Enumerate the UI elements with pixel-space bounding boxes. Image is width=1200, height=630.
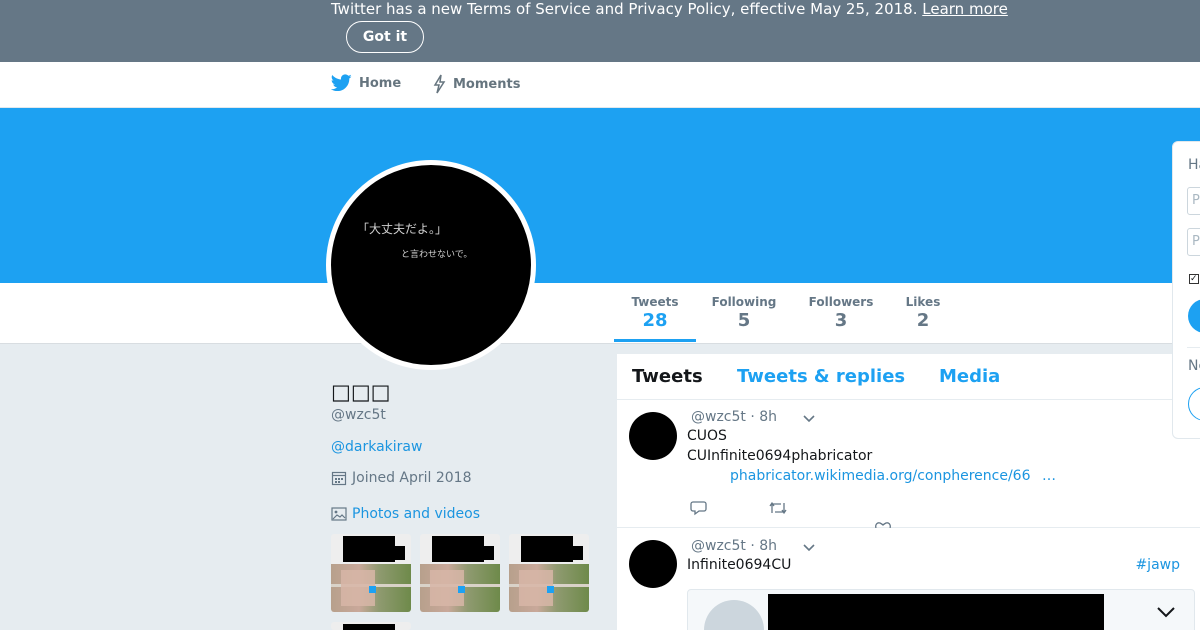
media-thumbnail[interactable]	[331, 534, 411, 612]
tos-banner: Twitter has a new Terms of Service and P…	[0, 0, 1200, 62]
login-divider	[1187, 347, 1200, 348]
login-card: Ha P P ✓ Ne	[1172, 141, 1200, 439]
media-thumbnail[interactable]	[509, 534, 589, 612]
tweet-time[interactable]: · 8h	[750, 409, 777, 425]
nav-home[interactable]: Home	[331, 74, 401, 92]
login-button[interactable]	[1188, 299, 1200, 333]
nav-moments[interactable]: Moments	[432, 74, 520, 94]
learn-more-link[interactable]: Learn more	[922, 0, 1008, 18]
retweet-icon[interactable]	[768, 500, 788, 516]
profile-header-image	[0, 108, 1200, 283]
joined-date: Joined April 2018	[331, 470, 472, 486]
chevron-down-icon[interactable]	[803, 415, 815, 423]
tweet-text-line: CUOS	[687, 428, 727, 444]
media-thumbnail[interactable]	[331, 622, 411, 630]
tweet[interactable]: @wzc5t · 8h CUOS CUInfinite0694phabricat…	[617, 400, 1200, 528]
signup-button[interactable]	[1188, 387, 1200, 421]
thumbnail-redaction	[555, 546, 583, 560]
stat-following-value: 5	[737, 310, 751, 331]
card-redacted-content	[768, 594, 1104, 630]
thumbnail-redaction	[343, 624, 395, 630]
tab-media[interactable]: Media	[939, 366, 1000, 387]
screen-name[interactable]: @wzc5t	[331, 407, 386, 423]
tweet-header: @wzc5t · 8h	[691, 409, 777, 425]
avatar-text-line-2: と言わせないで。	[401, 250, 473, 260]
remember-me-checkbox[interactable]: ✓	[1189, 274, 1199, 284]
tos-banner-text: Twitter has a new Terms of Service and P…	[331, 0, 1008, 18]
stat-likes-label: Likes	[905, 295, 941, 309]
stat-followers-value: 3	[834, 310, 848, 331]
tos-banner-message: Twitter has a new Terms of Service and P…	[331, 0, 918, 18]
login-heading: Ha	[1188, 157, 1200, 173]
tweet-text-line: CUInfinite0694phabricator	[687, 448, 873, 464]
timeline-tabs: Tweets Tweets & replies Media	[617, 354, 1200, 400]
username-input[interactable]: P	[1187, 187, 1200, 215]
stat-followers-label: Followers	[808, 295, 874, 309]
card-avatar	[704, 600, 764, 630]
new-to-twitter-heading: Ne	[1188, 358, 1200, 374]
photos-and-videos-link[interactable]: Photos and videos	[331, 506, 480, 522]
stat-tweets-value: 28	[642, 310, 668, 331]
timeline: Tweets Tweets & replies Media @wzc5t · 8…	[617, 354, 1200, 630]
hashtag-link[interactable]: #jawp	[1135, 557, 1180, 573]
stat-following-label: Following	[711, 295, 777, 309]
top-nav: Home Moments	[0, 62, 1200, 108]
photos-and-videos-label: Photos and videos	[352, 506, 481, 522]
profile-avatar[interactable]: 「大丈夫だよ。」 と言わせないで。	[326, 160, 536, 370]
tab-tweets-and-replies[interactable]: Tweets & replies	[737, 366, 905, 387]
tweet-link-ellipsis: …	[1042, 468, 1056, 484]
thumbnail-redaction	[377, 546, 405, 560]
chevron-down-icon[interactable]	[803, 544, 815, 552]
twitter-bird-icon	[331, 74, 352, 92]
nav-moments-label: Moments	[453, 76, 521, 92]
nav-home-label: Home	[359, 75, 402, 91]
thumbnail-redaction	[466, 546, 494, 560]
stat-likes[interactable]: Likes 2	[900, 295, 946, 331]
got-it-button[interactable]: Got it	[346, 21, 424, 53]
tweet-handle[interactable]: @wzc5t	[691, 409, 746, 425]
tweet-avatar[interactable]	[629, 540, 677, 588]
reply-icon[interactable]	[690, 500, 707, 516]
bio-mention-link[interactable]: @darkakiraw	[331, 439, 422, 455]
calendar-icon	[331, 471, 347, 486]
profile-nav: Tweets 28 Following 5 Followers 3 Likes …	[0, 283, 1200, 344]
stat-following[interactable]: Following 5	[708, 295, 780, 331]
heart-icon[interactable]	[874, 522, 892, 528]
stat-tweets[interactable]: Tweets 28	[614, 283, 696, 342]
tweet-header: @wzc5t · 8h	[691, 538, 777, 554]
thumbnail-marker	[369, 586, 376, 593]
thumbnail-marker	[547, 586, 554, 593]
stat-followers[interactable]: Followers 3	[804, 295, 878, 331]
avatar-text-line-1: 「大丈夫だよ。」	[357, 222, 448, 236]
stat-tweets-label: Tweets	[631, 295, 679, 309]
thumbnail-marker	[458, 586, 465, 593]
tweet-url-link[interactable]: phabricator.wikimedia.org/conpherence/66	[730, 468, 1030, 484]
image-icon	[331, 507, 347, 521]
joined-date-label: Joined April 2018	[352, 470, 472, 486]
tab-tweets[interactable]: Tweets	[632, 366, 703, 387]
tweet-avatar[interactable]	[629, 412, 677, 460]
chevron-down-icon[interactable]	[1156, 606, 1176, 618]
embedded-media-card[interactable]	[687, 589, 1195, 630]
display-name[interactable]: □□□	[331, 380, 391, 404]
tweet-text-line: Infinite0694CU	[687, 557, 792, 573]
tweet-time[interactable]: · 8h	[750, 538, 777, 554]
password-input[interactable]: P	[1187, 228, 1200, 256]
tweet[interactable]: @wzc5t · 8h Infinite0694CU #jawp	[617, 529, 1200, 630]
lightning-icon	[433, 74, 446, 94]
tweet-handle[interactable]: @wzc5t	[691, 538, 746, 554]
media-thumbnail[interactable]	[420, 534, 500, 612]
stat-likes-value: 2	[916, 310, 930, 331]
